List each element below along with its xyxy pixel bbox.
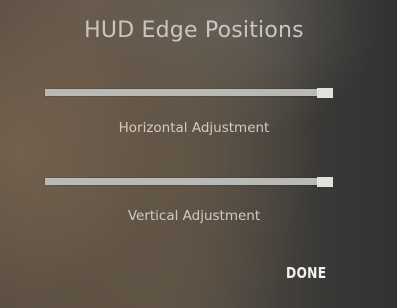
- horizontal-adjustment-label: Horizontal Adjustment: [118, 120, 270, 136]
- vertical-adjustment-label: Vertical Adjustment: [127, 208, 261, 224]
- dialog-title: HUD Edge Positions: [84, 18, 304, 43]
- horizontal-adjustment-slider[interactable]: [45, 88, 335, 98]
- slider-track[interactable]: [45, 178, 325, 185]
- slider-track[interactable]: [45, 89, 325, 96]
- done-button[interactable]: DONE: [286, 264, 326, 282]
- slider-thumb[interactable]: [317, 88, 333, 98]
- slider-thumb[interactable]: [317, 177, 333, 187]
- vertical-adjustment-slider[interactable]: [45, 177, 335, 187]
